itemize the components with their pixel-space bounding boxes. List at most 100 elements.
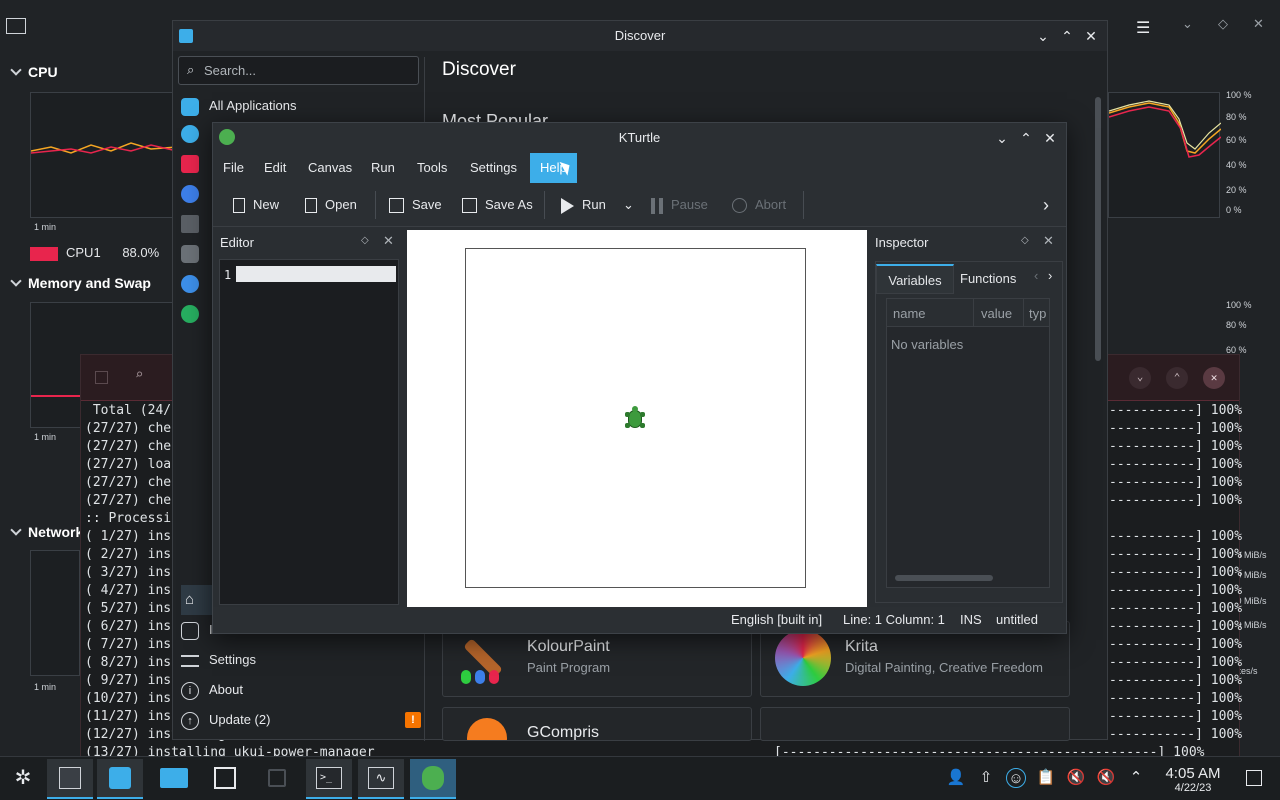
abort-button[interactable]: Abort [726, 191, 792, 219]
discover-titlebar: Discover ⌄ ⌃ ✕ [173, 21, 1107, 51]
progress-bar-text: -----------] 100% [1109, 529, 1243, 544]
status-language: English [built in] [731, 612, 823, 627]
close-icon[interactable]: ✕ [1253, 16, 1264, 32]
open-button[interactable]: Open [299, 191, 363, 219]
memory-x-label: 1 min [34, 432, 57, 442]
category-icon[interactable] [181, 125, 199, 143]
taskbar-window-overview-icon[interactable] [202, 759, 248, 799]
column-header-value[interactable]: value [981, 306, 1012, 321]
new-button[interactable]: New [227, 191, 285, 219]
nav-update[interactable]: ↑ Update (2) ! [181, 705, 421, 735]
taskbar-kturtle-icon[interactable] [410, 759, 456, 799]
menu-tools[interactable]: Tools [407, 153, 457, 183]
terminal-line: (10/27) ins [85, 691, 172, 706]
app-card[interactable] [760, 707, 1070, 741]
new-tab-icon[interactable] [95, 371, 108, 384]
cpu-graph-right [1108, 92, 1221, 218]
app-launcher-icon[interactable]: ✲ [0, 759, 46, 799]
volume-muted-icon[interactable]: 🔇 [1066, 768, 1086, 788]
maximize-icon[interactable]: ⌃ [1055, 21, 1079, 51]
progress-bar-text: -----------] 100% [1109, 619, 1243, 634]
close-icon[interactable]: ✕ [1038, 123, 1062, 153]
user-switcher-icon[interactable]: ☺ [1006, 768, 1026, 788]
show-desktop-icon[interactable] [1246, 770, 1262, 786]
tab-functions[interactable]: Functions [960, 264, 1016, 294]
category-icon[interactable] [181, 245, 199, 263]
run-button[interactable]: Run [555, 191, 612, 219]
code-editor[interactable]: 1 [219, 259, 399, 605]
maximize-icon[interactable]: ◇ [1218, 16, 1228, 32]
cpu-section-header[interactable]: CPU [10, 64, 58, 80]
tab-scroll-left-icon[interactable]: ‹ [1034, 268, 1038, 283]
column-header-name[interactable]: name [893, 306, 926, 321]
home-icon: ⌂ [185, 591, 195, 608]
taskbar-system-monitor-icon[interactable]: ∿ [358, 759, 404, 799]
new-file-icon [233, 198, 245, 214]
maximize-icon[interactable]: ⌃ [1166, 367, 1188, 389]
taskbar-file-manager-icon[interactable] [150, 759, 196, 799]
status-bar: English [built in] Line: 1 Column: 1 INS… [213, 607, 1066, 633]
memory-section-header[interactable]: Memory and Swap [10, 275, 151, 291]
progress-bar-text: -----------] 100% [1109, 691, 1243, 706]
tray-expand-icon[interactable]: ⌃ [1126, 768, 1146, 788]
network-section-header[interactable]: Network [10, 524, 83, 540]
float-panel-icon[interactable]: ◇ [1021, 235, 1029, 246]
save-icon [389, 198, 404, 214]
app-menu-icon[interactable] [6, 18, 26, 34]
menu-canvas[interactable]: Canvas [298, 153, 362, 183]
taskbar-system-settings-icon[interactable] [47, 759, 93, 799]
menu-run[interactable]: Run [361, 153, 405, 183]
search-icon[interactable]: ⌕ [135, 367, 143, 383]
progress-bar-text: -----------] 100% [1109, 421, 1243, 436]
category-icon[interactable] [181, 185, 199, 203]
close-panel-icon[interactable]: ✕ [383, 233, 394, 249]
search-field[interactable]: ⌕ Search... [178, 56, 419, 85]
run-dropdown-icon[interactable]: ⌄ [617, 191, 640, 219]
menu-edit[interactable]: Edit [254, 153, 296, 183]
clipboard-icon[interactable]: 📋 [1036, 768, 1056, 788]
menu-file[interactable]: File [213, 153, 254, 183]
user-icon[interactable]: 👤 [946, 768, 966, 788]
nav-about[interactable]: i About [181, 675, 243, 705]
close-panel-icon[interactable]: ✕ [1043, 233, 1054, 249]
nav-all-applications[interactable]: All Applications [181, 91, 296, 121]
category-icon[interactable] [181, 275, 199, 293]
nav-category-icons [181, 125, 201, 335]
menubar: File Edit Canvas Run Tools Settings Help [213, 153, 1066, 183]
save-as-button[interactable]: Save As [456, 191, 539, 219]
app-card-gcompris[interactable]: GCompris [442, 707, 752, 741]
update-notifier-icon[interactable]: ⇧ [976, 768, 996, 788]
nav-settings[interactable]: Settings [181, 645, 256, 675]
pause-button[interactable]: Pause [645, 191, 714, 219]
category-icon[interactable] [181, 155, 199, 173]
turtle-canvas[interactable] [407, 230, 867, 607]
save-button[interactable]: Save [383, 191, 448, 219]
tab-scroll-right-icon[interactable]: › [1048, 268, 1052, 283]
maximize-icon[interactable]: ⌃ [1014, 123, 1038, 153]
taskbar-lock-icon[interactable] [254, 759, 300, 799]
taskbar-terminal-icon[interactable]: >_ [306, 759, 352, 799]
open-file-icon [305, 198, 317, 214]
hamburger-menu-icon[interactable]: ☰ [1136, 18, 1150, 38]
progress-bar-text: -----------] 100% [1109, 637, 1243, 652]
category-icon[interactable] [181, 305, 199, 323]
category-icon[interactable] [181, 215, 199, 233]
microphone-muted-icon[interactable]: 🔇 [1096, 768, 1116, 788]
clock[interactable]: 4:05 AM 4/22/23 [1150, 765, 1236, 794]
toolbar-overflow-icon[interactable]: › [1037, 191, 1055, 219]
minimize-icon[interactable]: ⌄ [990, 123, 1014, 153]
minimize-icon[interactable]: ⌄ [1182, 16, 1193, 32]
tab-variables[interactable]: Variables [876, 264, 954, 294]
column-header-type[interactable]: typ [1029, 306, 1046, 321]
minimize-icon[interactable]: ⌄ [1031, 21, 1055, 51]
terminal-line: ( 9/27) ins [85, 673, 172, 688]
close-icon[interactable]: ✕ [1203, 367, 1225, 389]
close-icon[interactable]: ✕ [1079, 21, 1103, 51]
taskbar-discover-icon[interactable] [97, 759, 143, 799]
menu-settings[interactable]: Settings [460, 153, 527, 183]
scrollbar[interactable] [1095, 97, 1101, 361]
pause-icon [651, 197, 663, 214]
float-panel-icon[interactable]: ◇ [361, 235, 369, 246]
minimize-icon[interactable]: ⌄ [1129, 367, 1151, 389]
horizontal-scrollbar[interactable] [895, 575, 993, 581]
